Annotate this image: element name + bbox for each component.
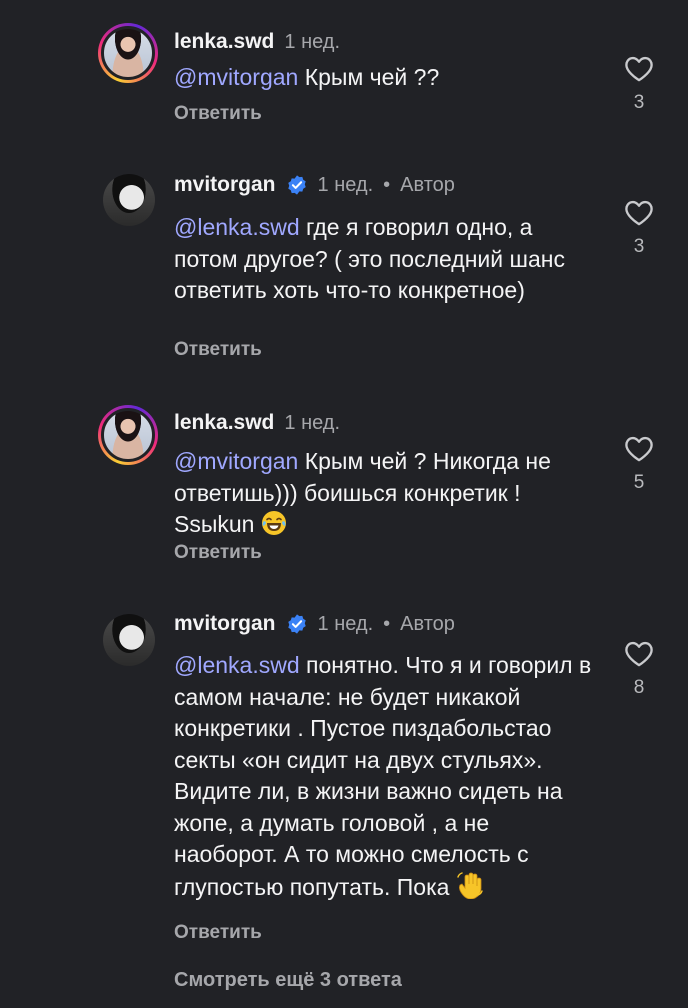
reply-button[interactable]: Ответить xyxy=(174,542,262,564)
comment-text: @mvitorgan Крым чей ? Никогда не ответиш… xyxy=(174,446,584,545)
reply-button[interactable]: Ответить xyxy=(174,103,262,125)
verified-badge-icon xyxy=(287,614,306,634)
comment-time: 1 нед. xyxy=(317,613,374,635)
like-count: 3 xyxy=(633,92,645,113)
heart-icon xyxy=(625,56,653,82)
mention-link[interactable]: @lenka.swd xyxy=(174,214,300,240)
comment-text: @mvitorgan Крым чей ?? xyxy=(174,64,440,90)
comment-username[interactable]: lenka.swd xyxy=(174,411,274,435)
comment-text: @lenka.swd где я говорил одно, а потом д… xyxy=(174,214,565,303)
heart-icon xyxy=(625,200,653,226)
avatar[interactable] xyxy=(98,23,158,83)
heart-icon xyxy=(625,641,653,667)
comment-username[interactable]: mvitorgan xyxy=(174,612,276,636)
view-more-replies-button[interactable]: Смотреть ещё 3 ответа xyxy=(174,969,402,992)
comment-time: 1 нед. xyxy=(317,174,374,196)
like-button[interactable]: 3 xyxy=(622,55,656,114)
author-label: Автор xyxy=(400,613,455,635)
like-button[interactable]: 5 xyxy=(622,435,656,494)
comment-text: @lenka.swd понятно. Что я и говорил в са… xyxy=(174,650,599,907)
like-button[interactable]: 8 xyxy=(622,640,656,699)
avatar[interactable] xyxy=(103,174,155,226)
waving-hand-emoji xyxy=(456,871,484,908)
avatar[interactable] xyxy=(103,614,155,666)
mention-link[interactable]: @mvitorgan xyxy=(174,64,298,90)
comment-time: 1 нед. xyxy=(284,412,341,434)
laughing-emoji xyxy=(261,510,287,545)
mention-link[interactable]: @lenka.swd xyxy=(174,652,300,678)
heart-icon xyxy=(625,436,653,462)
avatar[interactable] xyxy=(98,405,158,465)
mention-link[interactable]: @mvitorgan xyxy=(174,448,298,474)
verified-badge-icon xyxy=(287,175,306,195)
like-button[interactable]: 3 xyxy=(622,199,656,258)
comment-time: 1 нед. xyxy=(284,31,341,53)
reply-button[interactable]: Ответить xyxy=(174,922,262,944)
like-count: 5 xyxy=(633,472,645,493)
comment-username[interactable]: mvitorgan xyxy=(174,173,276,197)
reply-button[interactable]: Ответить xyxy=(174,339,262,361)
like-count: 3 xyxy=(633,236,645,257)
like-count: 8 xyxy=(633,677,645,698)
author-label: Автор xyxy=(400,174,455,196)
comment-username[interactable]: lenka.swd xyxy=(174,30,274,54)
